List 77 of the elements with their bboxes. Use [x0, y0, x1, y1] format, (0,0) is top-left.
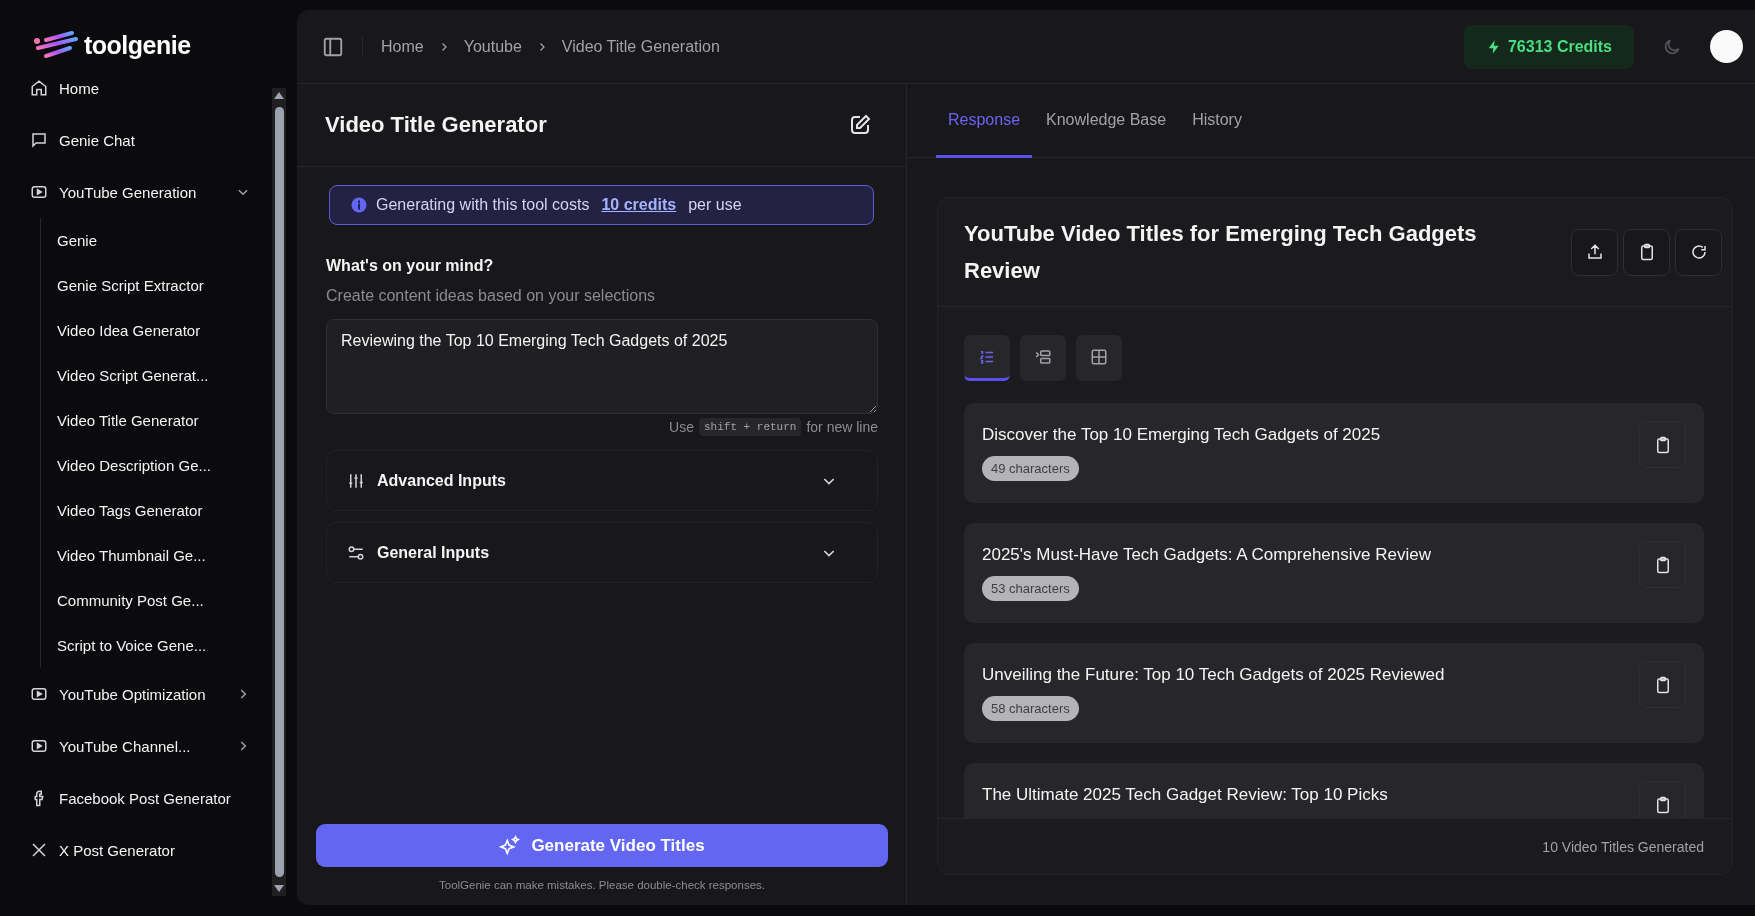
nav-item[interactable]: Genie Chat [30, 114, 272, 166]
nav-subitem[interactable]: Genie Script Extractor [57, 263, 272, 308]
result-title: Discover the Top 10 Emerging Tech Gadgets of 2025 [982, 425, 1381, 445]
logo-icon [32, 30, 78, 60]
copy-button[interactable] [1639, 421, 1686, 468]
chat-icon [30, 131, 48, 149]
keyboard-shortcut: shift + return [699, 418, 802, 436]
sparkles-icon [499, 834, 522, 857]
regenerate-button[interactable] [1675, 228, 1722, 276]
prompt-label: What's on your mind? [326, 257, 495, 275]
nav-subitem[interactable]: Genie [57, 218, 272, 263]
tab[interactable]: Knowledge Base [1034, 84, 1179, 158]
upload-icon [1585, 243, 1604, 261]
nav-item[interactable]: YouTube Channel... [30, 720, 272, 772]
grid-icon [1090, 347, 1108, 366]
nav-subitem[interactable]: Video Idea Generator [57, 308, 272, 353]
brand-name: toolgenie [84, 30, 191, 60]
character-count: 58 characters [982, 696, 1079, 721]
copy-button[interactable] [1639, 541, 1686, 588]
toggles-icon [347, 543, 365, 562]
credits-link[interactable]: 10 credits [601, 196, 677, 214]
edit-icon[interactable] [848, 113, 872, 137]
video-icon [30, 183, 48, 201]
video-icon [30, 737, 48, 755]
nav-item[interactable]: YouTube Optimization [30, 668, 272, 720]
refresh-icon [1689, 243, 1708, 261]
copy-button[interactable] [1639, 661, 1686, 708]
nav-item[interactable]: Home [30, 62, 272, 114]
share-button[interactable] [1571, 228, 1618, 276]
generate-button[interactable]: Generate Video Titles [316, 824, 888, 867]
nav-subitem[interactable]: Video Tags Generator [57, 488, 272, 533]
copy-button[interactable] [1623, 228, 1670, 276]
disclaimer: ToolGenie can make mistakes. Please double-check responses. [438, 879, 766, 891]
nav-subitem[interactable]: Video Title Generator [57, 398, 272, 443]
view-toggle[interactable] [964, 335, 1010, 381]
nav-item[interactable]: X Post Generator [30, 824, 272, 876]
nav-subitem[interactable]: Video Script Generat... [57, 353, 272, 398]
response-title: YouTube Video Titles for Emerging Tech Gadgets Review [964, 220, 1478, 285]
credits-button[interactable]: 76313 Credits [1463, 24, 1634, 69]
view-toggle[interactable] [1076, 335, 1122, 381]
result-title: 2025's Must-Have Tech Gadgets: A Comprehensive Review [982, 545, 1431, 565]
breadcrumb-link[interactable]: Youtube [463, 37, 522, 56]
notice-text: per use [688, 196, 742, 214]
accordion-header[interactable]: Advanced Inputs [326, 450, 878, 511]
breadcrumb-link[interactable]: Home [381, 37, 424, 56]
copy-button[interactable] [1639, 781, 1686, 818]
tab[interactable]: History [1180, 84, 1254, 158]
prompt-field[interactable]: Reviewing the Top 10 Emerging Tech Gadgets of 2025 [326, 319, 878, 414]
video-icon [30, 685, 48, 703]
avatar[interactable] [1710, 30, 1743, 63]
nav-subitem[interactable]: Community Post Ge... [57, 578, 272, 623]
nav-item[interactable]: Facebook Post Generator [30, 772, 272, 824]
results-count: 10 Video Titles Generated [1542, 838, 1704, 855]
sidebar-toggle-icon[interactable] [322, 35, 344, 58]
home-icon [30, 79, 48, 97]
nav-subitem[interactable]: Video Description Ge... [57, 443, 272, 488]
hint-text: for new line [806, 419, 878, 435]
scrollbar[interactable] [272, 88, 286, 896]
result-title: Unveiling the Future: Top 10 Tech Gadgets of 2025 Reviewed [982, 665, 1445, 685]
hint-text: Use [669, 419, 694, 435]
character-count: 49 characters [982, 456, 1079, 481]
prompt-description: Create content ideas based on your selections [326, 287, 657, 305]
tool-title: Video Title Generator [325, 112, 547, 138]
result-title: The Ultimate 2025 Tech Gadget Review: Top 10 Picks [982, 785, 1388, 805]
notice-text: Generating with this tool costs [376, 196, 590, 214]
info-icon [350, 196, 368, 214]
x-icon [30, 841, 48, 859]
tab[interactable]: Response [936, 84, 1033, 158]
nav-subitem[interactable]: Script to Voice Gene... [57, 623, 272, 668]
sliders-icon [347, 471, 365, 490]
outline-icon [1034, 347, 1052, 366]
view-toggle[interactable] [1020, 335, 1066, 381]
accordion-header[interactable]: General Inputs [326, 522, 878, 583]
breadcrumb-link[interactable]: Video Title Generation [561, 37, 720, 56]
character-count: 53 characters [982, 576, 1079, 601]
nav-item[interactable]: YouTube Generation [30, 166, 272, 218]
nav-subitem[interactable]: Video Thumbnail Ge... [57, 533, 272, 578]
